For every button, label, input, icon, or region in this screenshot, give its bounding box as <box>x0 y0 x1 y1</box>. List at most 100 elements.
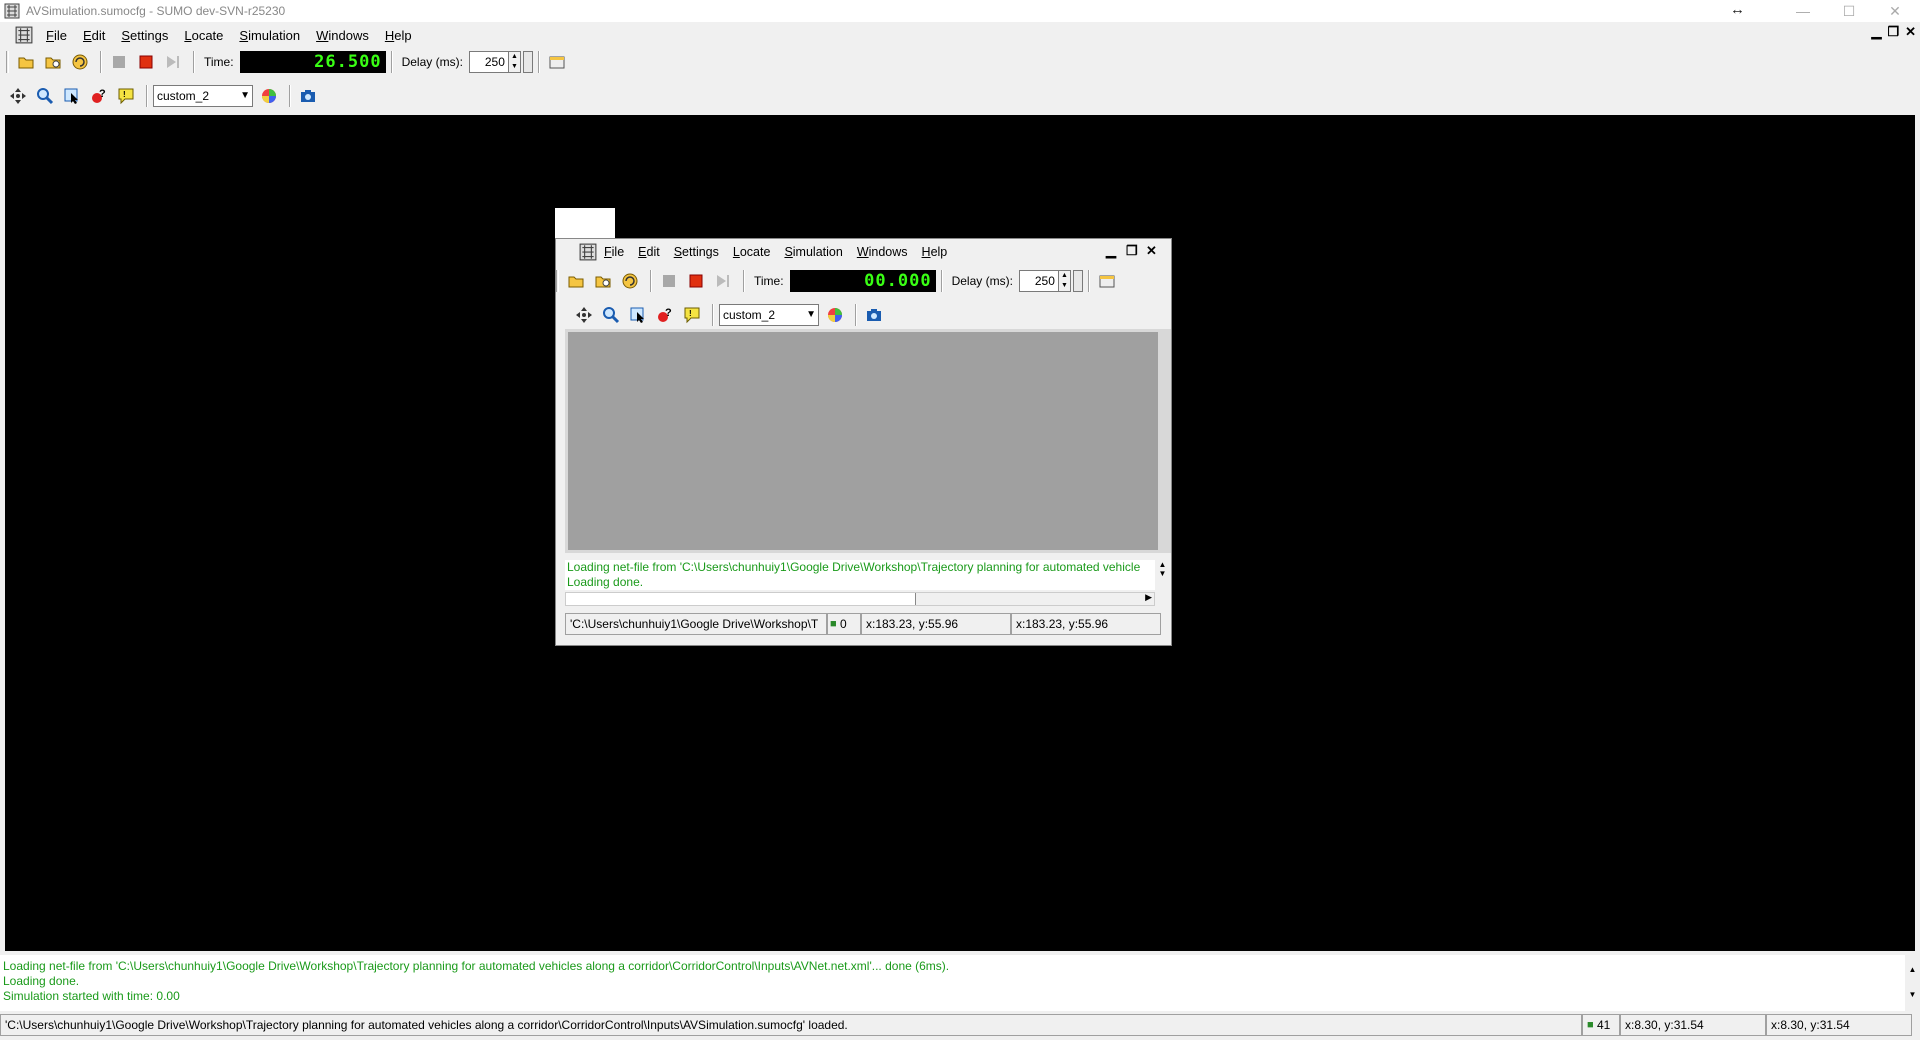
svg-text:?: ? <box>665 307 672 319</box>
vehicle-counter: ■ 41 <box>1582 1014 1620 1036</box>
log-line: Loading done. <box>3 974 80 988</box>
editor-icon[interactable] <box>545 50 569 74</box>
svg-text:?: ? <box>99 88 106 100</box>
child-hscroll-right-arrow[interactable]: ▶ <box>1145 592 1152 603</box>
menu-edit[interactable]: Edit <box>83 28 105 43</box>
resize-cursor-icon: ↔ <box>1730 1 1745 18</box>
child-view-toolbar: ? ! custom_2 ▼ <box>556 301 1171 329</box>
recenter-icon[interactable] <box>6 84 30 108</box>
child-sumo-window[interactable]: File Edit Settings Locate Simulation Win… <box>555 238 1172 646</box>
window-title: AVSimulation.sumocfg - SUMO dev-SVN-r252… <box>26 4 286 18</box>
screenshot-icon[interactable] <box>296 84 320 108</box>
child-screenshot-icon[interactable] <box>862 303 886 327</box>
child-menu-windows[interactable]: Windows <box>857 245 908 259</box>
zoom-icon[interactable] <box>33 84 57 108</box>
child-delay-input[interactable] <box>1018 270 1059 292</box>
sumo-app-icon <box>4 3 20 19</box>
child-delay-down-arrow[interactable]: ▼ <box>1059 281 1070 291</box>
child-menu-edit[interactable]: Edit <box>638 245 660 259</box>
child-open-network-icon[interactable] <box>591 269 615 293</box>
delay-label: Delay (ms): <box>401 55 463 69</box>
status-message: 'C:\Users\chunhuiy1\Google Drive\Worksho… <box>0 1014 1582 1036</box>
child-recenter-icon[interactable] <box>572 303 596 327</box>
delay-up-arrow[interactable]: ▲ <box>509 52 520 62</box>
car-icon: ■ <box>830 618 837 630</box>
child-menu-file[interactable]: File <box>604 245 624 259</box>
time-display: 26.500 <box>239 51 386 73</box>
menu-simulation[interactable]: Simulation <box>239 28 300 43</box>
menu-file[interactable]: File <box>46 28 67 43</box>
mdi-restore-button[interactable]: ❐ <box>1887 24 1899 40</box>
child-delay-spinner[interactable]: ▲▼ <box>1018 270 1083 292</box>
child-stop-icon[interactable] <box>684 269 708 293</box>
child-zoom-icon[interactable] <box>599 303 623 327</box>
child-edit-coloring-icon[interactable] <box>823 303 847 327</box>
mdi-minimize-button[interactable]: ▁ <box>1871 24 1881 40</box>
child-delay-slider[interactable] <box>1072 270 1083 292</box>
child-hscroll-thumb[interactable] <box>566 593 916 605</box>
child-delay-label: Delay (ms): <box>951 274 1013 288</box>
child-log-vscroll[interactable]: ▲ ▼ <box>1155 560 1170 590</box>
open-network-icon[interactable] <box>41 50 65 74</box>
close-button[interactable]: ✕ <box>1872 0 1918 22</box>
child-close-button[interactable]: ✕ <box>1146 243 1157 259</box>
child-coord-readout-1: x:183.23, y:55.96 <box>861 613 1011 635</box>
svg-text:!: ! <box>689 309 692 318</box>
locate-icon[interactable] <box>60 84 84 108</box>
child-reload-icon[interactable] <box>618 269 642 293</box>
color-scheme-select[interactable]: custom_2 ▼ <box>153 85 253 107</box>
child-status-message: 'C:\Users\chunhuiy1\Google Drive\Worksho… <box>565 613 827 635</box>
chevron-down-icon[interactable]: ▼ <box>240 90 250 101</box>
delay-down-arrow[interactable]: ▼ <box>509 62 520 72</box>
child-menu-simulation[interactable]: Simulation <box>784 245 842 259</box>
breakpoint-icon[interactable]: ? <box>87 84 111 108</box>
child-tooltip-icon[interactable]: ! <box>680 303 704 327</box>
child-app-icon[interactable] <box>576 240 600 264</box>
status-bar: 'C:\Users\chunhuiy1\Google Drive\Worksho… <box>0 1013 1920 1037</box>
stop-icon[interactable] <box>134 50 158 74</box>
maximize-button[interactable]: ☐ <box>1826 0 1872 22</box>
child-vehicle-counter: ■ 0 <box>827 613 861 635</box>
child-toolbar-grip[interactable] <box>556 270 559 292</box>
child-delay-up-arrow[interactable]: ▲ <box>1059 271 1070 281</box>
child-step-icon[interactable] <box>711 269 735 293</box>
edit-coloring-icon[interactable] <box>257 84 281 108</box>
run-icon[interactable] <box>107 50 131 74</box>
child-editor-icon[interactable] <box>1095 269 1119 293</box>
child-log-hscroll[interactable]: ▶ <box>565 592 1155 606</box>
menu-windows[interactable]: Windows <box>316 28 369 43</box>
mdi-app-icon[interactable] <box>12 23 36 47</box>
delay-slider[interactable] <box>522 51 533 73</box>
tooltip-icon[interactable]: ! <box>114 84 138 108</box>
child-open-icon[interactable] <box>564 269 588 293</box>
delay-spinner[interactable]: ▲▼ <box>468 51 533 73</box>
menu-bar: File Edit Settings Locate Simulation Win… <box>0 24 1920 46</box>
child-color-scheme-select[interactable]: custom_2 ▼ <box>719 304 819 326</box>
coord-readout-2: x:8.30, y:31.54 <box>1766 1014 1912 1036</box>
child-restore-button[interactable]: ❐ <box>1126 243 1138 259</box>
child-coord-readout-2: x:183.23, y:55.96 <box>1011 613 1161 635</box>
reload-icon[interactable] <box>68 50 92 74</box>
child-locate-icon[interactable] <box>626 303 650 327</box>
minimize-button[interactable]: — <box>1780 0 1826 22</box>
svg-text:!: ! <box>123 90 126 99</box>
child-run-icon[interactable] <box>657 269 681 293</box>
child-menu-locate[interactable]: Locate <box>733 245 771 259</box>
child-minimize-button[interactable]: ▁ <box>1106 243 1116 259</box>
open-icon[interactable] <box>14 50 38 74</box>
menu-locate[interactable]: Locate <box>184 28 223 43</box>
child-menu-settings[interactable]: Settings <box>674 245 719 259</box>
child-breakpoint-icon[interactable]: ? <box>653 303 677 327</box>
menu-help[interactable]: Help <box>385 28 412 43</box>
child-simulation-canvas[interactable] <box>568 332 1158 550</box>
toolbar-grip[interactable] <box>6 51 9 73</box>
log-vscroll[interactable]: ▲ ▼ <box>1905 955 1920 1011</box>
title-bar: AVSimulation.sumocfg - SUMO dev-SVN-r252… <box>0 0 1920 22</box>
menu-settings[interactable]: Settings <box>121 28 168 43</box>
child-menu-help[interactable]: Help <box>922 245 948 259</box>
child-chevron-down-icon[interactable]: ▼ <box>806 309 816 320</box>
step-icon[interactable] <box>161 50 185 74</box>
delay-input[interactable] <box>468 51 509 73</box>
mdi-close-button[interactable]: ✕ <box>1905 24 1916 40</box>
child-menu-bar: File Edit Settings Locate Simulation Win… <box>556 241 1171 263</box>
